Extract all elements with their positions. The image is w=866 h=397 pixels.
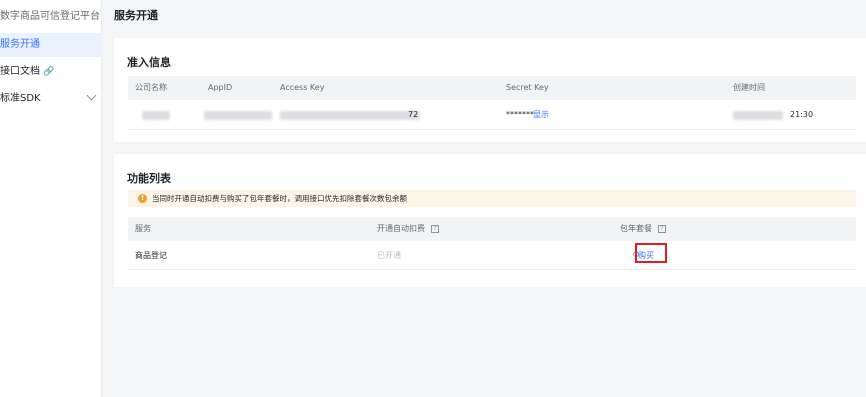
notice-text: 当同时开通自动扣费与购买了包年套餐时，调用接口优先扣除套餐次数包余额	[152, 194, 407, 203]
link-icon: 🔗	[43, 67, 55, 77]
platform-brand: 数字商品可信登记平台	[0, 11, 100, 22]
appid-redacted	[204, 111, 272, 120]
company-name-redacted	[142, 111, 170, 120]
sidebar-item-service-activation[interactable]: 服务开通	[0, 33, 102, 57]
sidebar: 数字商品可信登记平台 服务开通 接口文档 🔗 标准SDK	[0, 0, 102, 397]
sidebar-item-label: 服务开通	[0, 39, 40, 50]
feature-list-title: 功能列表	[127, 172, 171, 185]
help-icon[interactable]: ?	[658, 224, 666, 233]
col-company-name: 公司名称	[135, 83, 167, 92]
access-key-redacted	[280, 111, 420, 120]
highlight-box	[635, 243, 667, 263]
sidebar-item-label: 标准SDK	[0, 93, 41, 104]
table-row: 商品登记 已开通 ○ 购买	[128, 241, 856, 270]
col-service: 服务	[135, 224, 151, 233]
chevron-down-icon	[86, 90, 97, 101]
feature-list-card: 功能列表 ! 当同时开通自动扣费与购买了包年套餐时，调用接口优先扣除套餐次数包余…	[114, 154, 866, 287]
auto-pay-status: 已开通	[377, 251, 401, 260]
col-auto-pay: 开通自动扣费?	[377, 217, 439, 241]
col-created-time: 创建时间	[733, 83, 765, 92]
service-name: 商品登记	[135, 251, 167, 260]
secret-key-show-link[interactable]: 显示	[533, 100, 549, 130]
col-annual-package: 包年套餐?	[620, 217, 666, 241]
access-table-row: 72 ******* 显示 21:30	[128, 100, 856, 130]
created-time-redacted	[733, 111, 783, 120]
access-info-title: 准入信息	[127, 56, 171, 69]
page-title: 服务开通	[114, 9, 158, 22]
col-secret-key: Secret Key	[506, 83, 549, 92]
secret-key-masked: *******	[506, 110, 534, 119]
help-icon[interactable]: ?	[431, 224, 439, 233]
access-info-card: 准入信息 公司名称 AppID Access Key Secret Key 创建…	[114, 38, 866, 142]
access-key-value: 72	[408, 110, 419, 119]
created-time-value: 21:30	[790, 110, 814, 119]
notice-banner: ! 当同时开通自动扣费与购买了包年套餐时，调用接口优先扣除套餐次数包余额	[128, 190, 856, 207]
access-table-header: 公司名称 AppID Access Key Secret Key 创建时间	[128, 76, 856, 100]
sidebar-item-standard-sdk[interactable]: 标准SDK	[0, 87, 102, 111]
sidebar-item-label: 接口文档	[0, 66, 40, 77]
sidebar-item-api-docs[interactable]: 接口文档 🔗	[0, 60, 102, 84]
warning-icon: !	[138, 194, 147, 203]
col-access-key: Access Key	[280, 83, 325, 92]
feature-table-header: 服务 开通自动扣费? 包年套餐?	[128, 217, 856, 241]
col-appid: AppID	[208, 83, 233, 92]
